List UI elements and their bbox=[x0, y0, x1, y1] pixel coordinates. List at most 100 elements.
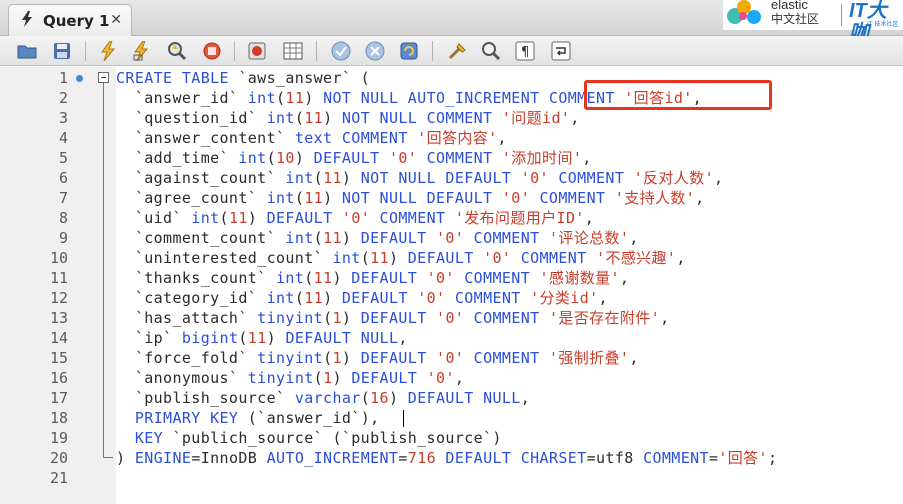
code-text: CREATE TABLE `aws_answer` ( bbox=[116, 68, 370, 88]
code-token: 11 bbox=[304, 109, 324, 127]
code-token: 11 bbox=[323, 169, 342, 187]
code-token: `question_id` bbox=[116, 109, 267, 127]
beautify-icon[interactable] bbox=[446, 40, 468, 62]
stop-icon[interactable] bbox=[201, 40, 223, 62]
code-token: ENGINE bbox=[134, 449, 192, 467]
code-token: DEFAULT NULL bbox=[407, 389, 521, 407]
code-token: '0' bbox=[436, 349, 465, 367]
code-token: , bbox=[619, 269, 630, 287]
code-token: AUTO_INCREMENT bbox=[266, 449, 399, 467]
code-token: `agree_count` bbox=[116, 189, 267, 207]
fold-toggle-icon[interactable] bbox=[98, 72, 109, 83]
save-icon[interactable] bbox=[51, 40, 73, 62]
code-token: ( bbox=[294, 189, 305, 207]
code-line: 7 `agree_count` int(11) NOT NULL DEFAULT… bbox=[0, 188, 903, 208]
code-token: int bbox=[285, 229, 314, 247]
code-token: '反对人数' bbox=[633, 169, 714, 187]
code-token: ( bbox=[313, 169, 324, 187]
line-number: 12 bbox=[49, 289, 68, 307]
code-token: ) bbox=[247, 209, 267, 227]
code-text: ) ENGINE=InnoDB AUTO_INCREMENT=716 DEFAU… bbox=[116, 448, 777, 468]
code-token: '0' bbox=[436, 309, 465, 327]
lightning-bolt-icon bbox=[21, 10, 35, 31]
code-token: ) bbox=[341, 309, 361, 327]
rollback-icon[interactable] bbox=[364, 40, 386, 62]
code-token: COMMENT bbox=[370, 209, 455, 227]
toggle-error-icon[interactable] bbox=[246, 40, 268, 62]
code-token: , bbox=[676, 249, 686, 267]
explain-icon[interactable] bbox=[166, 40, 188, 62]
code-text: `publish_source` varchar(16) DEFAULT NUL… bbox=[116, 388, 530, 408]
execute-current-icon[interactable] bbox=[131, 40, 153, 62]
code-line: 5 `add_time` int(10) DEFAULT '0' COMMENT… bbox=[0, 148, 903, 168]
code-token: `thanks_count` bbox=[116, 269, 276, 287]
code-token: bigint bbox=[181, 329, 239, 347]
text-caret bbox=[403, 410, 404, 427]
line-number: 3 bbox=[58, 109, 68, 127]
invisible-chars-icon[interactable]: ¶ bbox=[514, 40, 536, 62]
code-text: `agree_count` int(11) NOT NULL DEFAULT '… bbox=[116, 188, 705, 208]
autocommit-icon[interactable] bbox=[398, 40, 420, 62]
code-token: , bbox=[497, 129, 507, 147]
code-token: ) bbox=[388, 249, 408, 267]
code-token: ) bbox=[323, 109, 342, 127]
code-token: tinyint bbox=[257, 349, 324, 367]
wrap-lines-icon[interactable] bbox=[550, 40, 572, 62]
close-tab-icon[interactable]: ✕ bbox=[110, 12, 122, 28]
code-token: 11 bbox=[228, 209, 248, 227]
code-token: ) bbox=[304, 89, 324, 107]
commit-icon[interactable] bbox=[330, 40, 352, 62]
code-token: =InnoDB bbox=[191, 449, 267, 467]
line-number: 7 bbox=[58, 189, 68, 207]
code-token: '问题id' bbox=[501, 109, 571, 127]
code-token: COMMENT bbox=[464, 349, 549, 367]
code-token: `answer_content` bbox=[116, 129, 295, 147]
code-token: 11 bbox=[285, 89, 305, 107]
code-text: PRIMARY KEY (`answer_id`), bbox=[116, 408, 380, 428]
code-token: `add_time` bbox=[116, 149, 239, 167]
line-number: 14 bbox=[49, 329, 68, 347]
tab-query-1[interactable]: Query 1 ✕ bbox=[8, 4, 132, 36]
line-number: 19 bbox=[49, 429, 68, 447]
code-token: `aws_answer` ( bbox=[238, 69, 371, 87]
code-token: int bbox=[191, 209, 220, 227]
code-token: '回答内容' bbox=[417, 129, 498, 147]
results-grid-icon[interactable] bbox=[282, 40, 304, 62]
code-token: ) bbox=[341, 169, 361, 187]
line-number: 6 bbox=[58, 169, 68, 187]
code-token: NOT NULL AUTO_INCREMENT COMMENT bbox=[323, 89, 625, 107]
code-text: `question_id` int(11) NOT NULL COMMENT '… bbox=[116, 108, 580, 128]
code-token: , bbox=[629, 349, 639, 367]
toolbar-separator bbox=[432, 41, 433, 61]
code-token: (`answer_id`), bbox=[247, 409, 380, 427]
find-icon[interactable] bbox=[480, 40, 502, 62]
code-token: int bbox=[266, 289, 295, 307]
code-token: `force_fold` bbox=[116, 349, 258, 367]
line-number: 5 bbox=[58, 149, 68, 167]
code-token: ; bbox=[767, 449, 778, 467]
logo-divider bbox=[841, 4, 842, 26]
code-token: 1 bbox=[332, 309, 342, 327]
code-token: int bbox=[238, 149, 267, 167]
code-line: 17 `publish_source` varchar(16) DEFAULT … bbox=[0, 388, 903, 408]
code-token: '0' bbox=[388, 149, 418, 167]
sql-editor[interactable]: 1 CREATE TABLE `aws_answer` (2 `answer_id… bbox=[0, 67, 903, 504]
code-token: `uninterested_count` bbox=[116, 249, 333, 267]
highlight-annotation-box bbox=[584, 80, 772, 110]
code-token: DEFAULT bbox=[360, 229, 437, 247]
execute-icon[interactable] bbox=[97, 40, 119, 62]
code-token: ) bbox=[266, 329, 286, 347]
code-token: DEFAULT bbox=[313, 149, 389, 167]
code-line: 19 KEY `publich_source` (`publish_source… bbox=[0, 428, 903, 448]
code-token: , bbox=[570, 109, 580, 127]
code-token: int bbox=[266, 189, 295, 207]
open-folder-icon[interactable] bbox=[16, 40, 38, 62]
code-token: 11 bbox=[247, 329, 267, 347]
watermark-logos: elastic 中文社区 IT大咖 IT 技术社区 bbox=[723, 0, 903, 44]
it-brand-sub: IT 技术社区 bbox=[867, 21, 899, 28]
code-token: , bbox=[520, 389, 531, 407]
line-number: 13 bbox=[49, 309, 68, 327]
line-number: 8 bbox=[58, 209, 68, 227]
code-token: 1 bbox=[323, 369, 333, 387]
code-token: 716 bbox=[407, 449, 437, 467]
